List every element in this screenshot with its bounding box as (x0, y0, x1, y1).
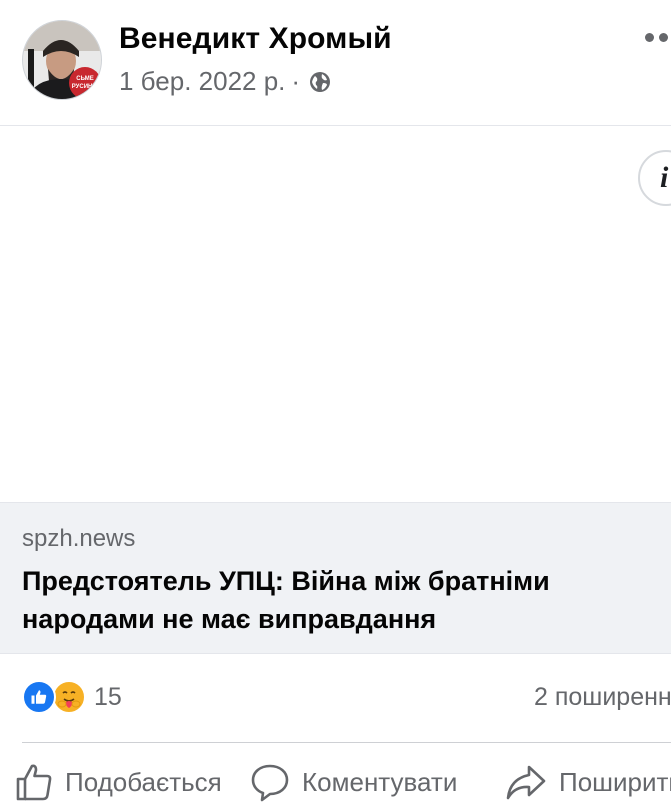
link-title[interactable]: Предстоятель УПЦ: Війна між братніми нар… (22, 562, 642, 638)
avatar-image: СЬМЕ РУСИНЫ (23, 21, 101, 99)
globe-icon (310, 71, 331, 92)
reactions-summary[interactable]: 15 (22, 680, 122, 714)
avatar[interactable]: СЬМЕ РУСИНЫ (22, 20, 102, 100)
author-name[interactable]: Венедикт Хромый (119, 22, 392, 56)
like-button[interactable]: Подобається (15, 762, 222, 802)
actions-divider (22, 742, 671, 743)
share-arrow-icon (506, 765, 546, 800)
like-reaction-icon (22, 680, 56, 714)
more-dot (659, 32, 668, 42)
thumbs-up-icon (16, 764, 52, 801)
post-meta: 1 бер. 2022 р. · (119, 66, 332, 97)
comment-button[interactable]: Коментувати (250, 762, 457, 802)
comment-label: Коментувати (302, 766, 458, 797)
care-reaction-icon (52, 680, 86, 714)
comment-icon (251, 764, 289, 802)
post-date[interactable]: 1 бер. 2022 р. (119, 66, 285, 97)
reaction-count: 15 (94, 682, 122, 711)
link-preview-image[interactable] (0, 126, 671, 502)
like-label: Подобається (65, 766, 222, 797)
share-label: Поширити (559, 766, 671, 797)
share-button[interactable]: Поширити (505, 762, 671, 802)
more-options-icon[interactable] (645, 22, 671, 52)
avatar-badge-line2: РУСИНЫ (72, 84, 99, 90)
meta-separator: · (291, 66, 301, 96)
more-dot (645, 32, 654, 42)
link-domain: spzh.news (22, 525, 136, 552)
share-count[interactable]: 2 поширення (534, 683, 671, 712)
avatar-badge-line1: СЬМЕ (76, 76, 94, 82)
